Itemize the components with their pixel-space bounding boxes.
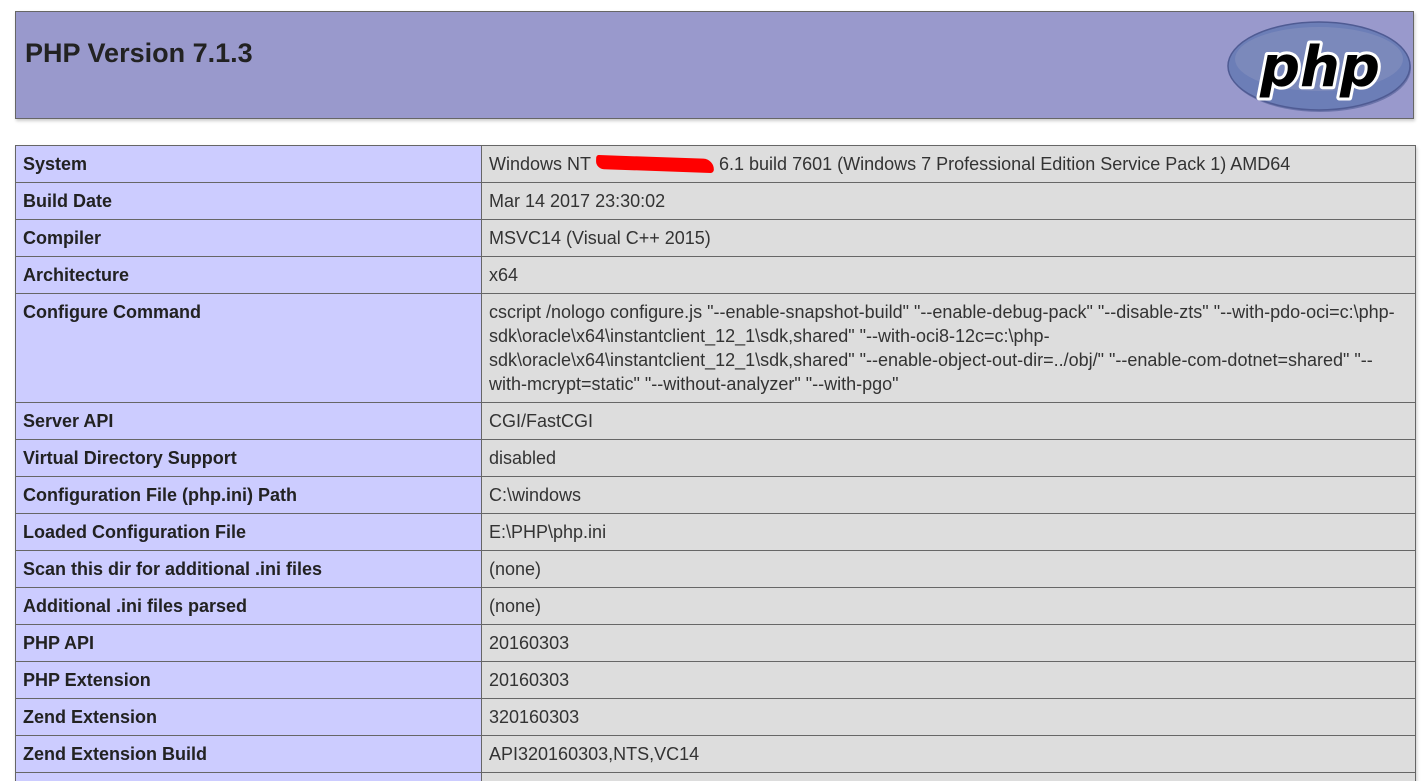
table-row: System Windows NT 6.1 build 7601 (Windows… [15,145,1416,183]
row-value: cscript /nologo configure.js "--enable-s… [481,293,1416,403]
table-row: Build Date Mar 14 2017 23:30:02 [15,182,1416,220]
svg-text:php: php [1259,35,1380,100]
table-row: PHP Extension 20160303 [15,661,1416,699]
row-key: Server API [15,402,482,440]
row-value: 20160303 [481,624,1416,662]
row-value: disabled [481,439,1416,477]
row-key: Build Date [15,182,482,220]
table-row: Architecture x64 [15,256,1416,294]
row-key: Zend Extension Build [15,735,482,773]
table-row: Zend Extension Build API320160303,NTS,VC… [15,735,1416,773]
row-key: PHP API [15,624,482,662]
row-key: System [15,145,482,183]
row-key: PHP Extension [15,661,482,699]
row-key: Loaded Configuration File [15,513,482,551]
redaction-mark [595,155,715,174]
row-value: 320160303 [481,698,1416,736]
row-value [481,772,1416,781]
phpinfo-page: PHP Version 7.1.3 php php System Windows… [0,0,1428,781]
row-value: Mar 14 2017 23:30:02 [481,182,1416,220]
php-version-header: PHP Version 7.1.3 php php [15,11,1414,119]
system-value-suffix: 6.1 build 7601 (Windows 7 Professional E… [719,154,1291,174]
row-key: Virtual Directory Support [15,439,482,477]
table-row: Configure Command cscript /nologo config… [15,293,1416,403]
table-row: Additional .ini files parsed (none) [15,587,1416,625]
row-value: CGI/FastCGI [481,402,1416,440]
table-row: Scan this dir for additional .ini files … [15,550,1416,588]
row-key: Configure Command [15,293,482,403]
phpinfo-table: System Windows NT 6.1 build 7601 (Windows… [15,145,1416,781]
system-value-prefix: Windows NT [489,154,592,174]
php-logo[interactable]: php php [1226,19,1412,113]
row-value: (none) [481,550,1416,588]
row-value: (none) [481,587,1416,625]
page-title: PHP Version 7.1.3 [25,38,253,68]
table-row: Loaded Configuration File E:\PHP\php.ini [15,513,1416,551]
table-row: Zend Extension 320160303 [15,698,1416,736]
row-key: Additional .ini files parsed [15,587,482,625]
table-row: Compiler MSVC14 (Visual C++ 2015) [15,219,1416,257]
table-row: Virtual Directory Support disabled [15,439,1416,477]
row-key: Configuration File (php.ini) Path [15,476,482,514]
table-row: Server API CGI/FastCGI [15,402,1416,440]
row-value: x64 [481,256,1416,294]
row-value: API320160303,NTS,VC14 [481,735,1416,773]
row-key [15,772,482,781]
row-key: Compiler [15,219,482,257]
row-value: Windows NT 6.1 build 7601 (Windows 7 Prof… [481,145,1416,183]
row-value: C:\windows [481,476,1416,514]
row-key: Architecture [15,256,482,294]
row-key: Scan this dir for additional .ini files [15,550,482,588]
table-row: PHP API 20160303 [15,624,1416,662]
table-row [15,772,1416,781]
row-value: MSVC14 (Visual C++ 2015) [481,219,1416,257]
row-key: Zend Extension [15,698,482,736]
row-value: 20160303 [481,661,1416,699]
row-value: E:\PHP\php.ini [481,513,1416,551]
table-row: Configuration File (php.ini) Path C:\win… [15,476,1416,514]
